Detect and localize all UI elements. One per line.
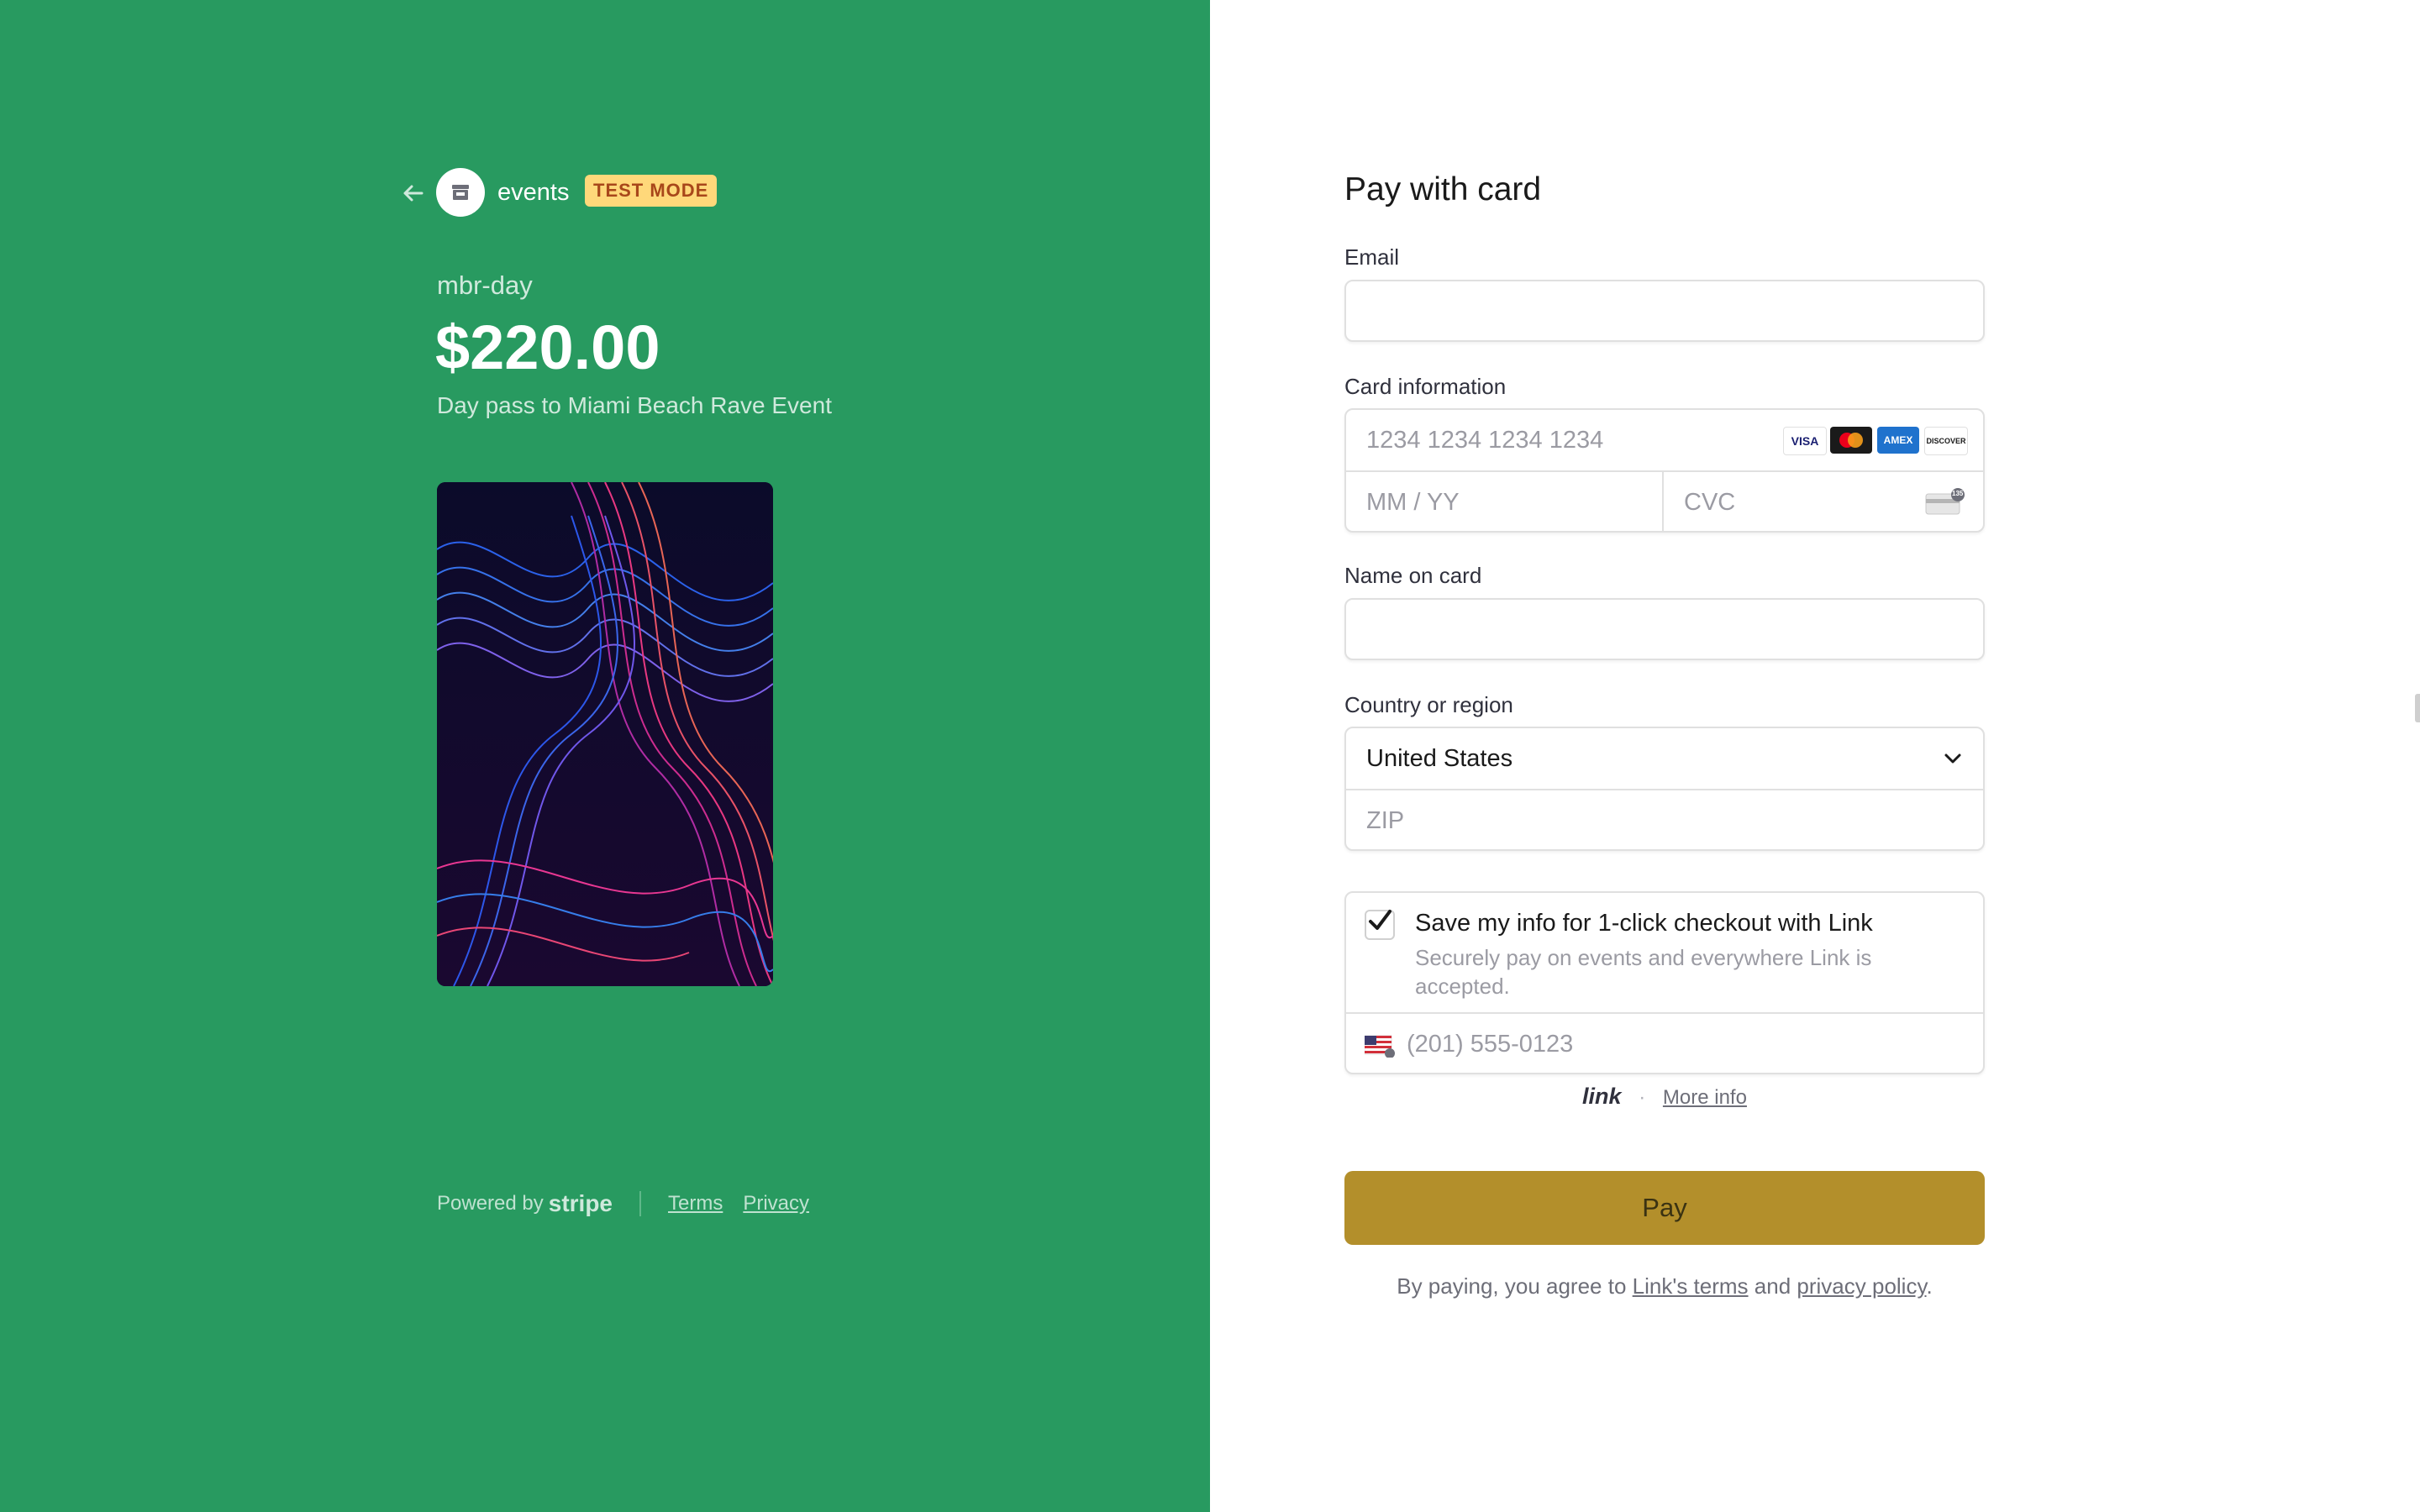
- link-save-title: Save my info for 1-click checkout with L…: [1415, 910, 1873, 937]
- link-terms-link[interactable]: Link's terms: [1633, 1273, 1749, 1299]
- phone-placeholder: (201) 555-0123: [1407, 1031, 1574, 1058]
- product-price: $220.00: [435, 312, 660, 382]
- name-on-card-label: Name on card: [1344, 563, 1482, 588]
- card-expiry-cvc-row: MM / YY CVC 135: [1346, 470, 1983, 531]
- card-number-field[interactable]: 1234 1234 1234 1234 VISA AMEX DISCOVER: [1346, 410, 1983, 470]
- chevron-down-icon: [1943, 748, 1963, 769]
- link-footer: link · More info: [1344, 1084, 1985, 1110]
- store-icon: [452, 185, 469, 200]
- email-label: Email: [1344, 244, 1400, 270]
- cvc-field[interactable]: CVC 135: [1664, 472, 1983, 531]
- zip-placeholder: ZIP: [1366, 807, 1405, 834]
- test-mode-badge: TEST MODE: [585, 175, 718, 207]
- privacy-link[interactable]: Privacy: [743, 1192, 809, 1215]
- link-save-group: Save my info for 1-click checkout with L…: [1344, 891, 1985, 1074]
- link-logo: link: [1582, 1084, 1622, 1109]
- merchant-name: events: [497, 179, 570, 206]
- stripe-logo[interactable]: stripe: [549, 1190, 613, 1217]
- country-label: Country or region: [1344, 692, 1513, 717]
- product-image: [437, 482, 773, 986]
- cvc-badge-text: 135: [1952, 490, 1964, 497]
- visa-icon: VISA: [1783, 427, 1827, 455]
- mastercard-icon: [1830, 427, 1872, 454]
- expiry-placeholder: MM / YY: [1366, 489, 1460, 516]
- product-description: Day pass to Miami Beach Rave Event: [437, 392, 832, 418]
- product-name: mbr-day: [437, 270, 533, 300]
- order-summary-panel: events TEST MODE mbr-day $220.00 Day pas…: [0, 0, 1210, 1512]
- payment-panel: Pay with card Email Card information 123…: [1210, 0, 2420, 1512]
- terms-text: By paying, you agree to Link's terms and…: [1344, 1272, 1985, 1300]
- terms-prefix: By paying, you agree to: [1397, 1273, 1627, 1299]
- email-field[interactable]: [1344, 280, 1985, 342]
- zip-field[interactable]: ZIP: [1346, 789, 1983, 849]
- expiry-field[interactable]: MM / YY: [1346, 472, 1664, 531]
- discover-icon: DISCOVER: [1924, 427, 1968, 455]
- page-title: Pay with card: [1344, 171, 1542, 207]
- link-save-description: Securely pay on events and everywhere Li…: [1415, 945, 1872, 999]
- more-info-link[interactable]: More info: [1663, 1086, 1747, 1109]
- amex-icon: AMEX: [1877, 427, 1919, 454]
- scroll-edge-handle[interactable]: [2415, 694, 2420, 722]
- link-save-checkbox[interactable]: [1365, 910, 1395, 940]
- name-on-card-field[interactable]: [1344, 598, 1985, 660]
- terms-link[interactable]: Terms: [668, 1192, 723, 1215]
- powered-by-text: Powered by: [437, 1192, 544, 1215]
- phone-field[interactable]: (201) 555-0123: [1346, 1014, 1983, 1073]
- link-save-section: Save my info for 1-click checkout with L…: [1346, 893, 1983, 1014]
- cvc-card-icon: 135: [1924, 487, 1965, 517]
- country-zip-group: United States ZIP: [1344, 727, 1985, 851]
- link-separator: ·: [1639, 1086, 1646, 1109]
- back-arrow-icon[interactable]: [397, 176, 430, 210]
- terms-suffix: .: [1926, 1273, 1933, 1299]
- terms-and: and: [1754, 1273, 1791, 1299]
- us-flag-icon: [1364, 1034, 1395, 1058]
- footer-divider: [639, 1191, 641, 1216]
- page-footer: Powered by stripe Terms Privacy: [437, 1189, 829, 1218]
- merchant-logo: [436, 168, 485, 217]
- country-select[interactable]: United States: [1346, 728, 1983, 789]
- privacy-policy-link[interactable]: privacy policy: [1797, 1273, 1926, 1299]
- card-information-label: Card information: [1344, 374, 1507, 399]
- checkmark-icon: [1369, 910, 1392, 930]
- country-value: United States: [1366, 745, 1513, 772]
- pay-button[interactable]: Pay: [1344, 1171, 1985, 1245]
- card-information-group: 1234 1234 1234 1234 VISA AMEX DISCOVER M…: [1344, 408, 1985, 533]
